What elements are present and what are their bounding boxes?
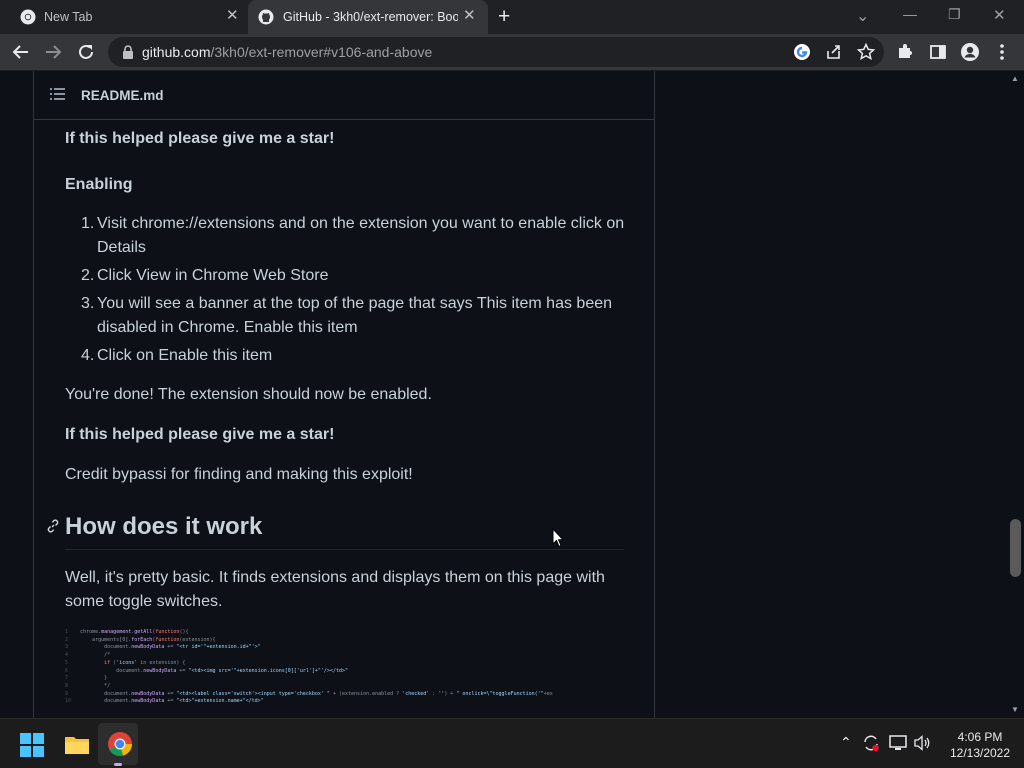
close-tab-icon[interactable]: ✕: [463, 8, 476, 24]
chrome-taskbar-icon[interactable]: [107, 731, 133, 757]
mouse-cursor-icon: [552, 528, 564, 548]
enabling-steps-list: 1. Visit chrome://extensions and on the e…: [65, 212, 625, 372]
outline-list-icon[interactable]: [50, 88, 65, 100]
tab-title: New Tab: [44, 10, 93, 24]
chrome-icon: [20, 9, 36, 25]
windows-taskbar: ⌃ 4:06 PM 12/13/2022: [0, 718, 1024, 768]
enabling-heading: Enabling: [65, 176, 133, 193]
list-item: 2. Click View in Chrome Web Store: [65, 264, 625, 288]
how-heading: How does it work: [65, 513, 263, 540]
sync-alert-icon[interactable]: [862, 734, 880, 752]
done-text: You're done! The extension should now be…: [65, 386, 432, 403]
active-app-indicator: [114, 763, 122, 766]
forward-icon[interactable]: [44, 43, 62, 61]
star-request-text: If this helped please give me a star!: [65, 130, 335, 147]
anchor-link-icon[interactable]: [45, 518, 61, 534]
step-number: 4.: [81, 347, 95, 364]
sidepanel-icon[interactable]: [929, 43, 947, 61]
tab-new-tab[interactable]: New Tab ✕: [0, 0, 248, 34]
star-icon[interactable]: [856, 42, 876, 62]
menu-icon[interactable]: [996, 43, 1008, 61]
file-explorer-icon[interactable]: [64, 732, 90, 758]
back-icon[interactable]: [12, 43, 30, 61]
volume-icon[interactable]: [914, 735, 932, 751]
restore-button[interactable]: ❐: [948, 6, 961, 23]
extensions-icon[interactable]: [896, 43, 914, 61]
windows-start-icon[interactable]: [20, 733, 44, 757]
browser-toolbar: github.com/3kh0/ext-remover#v106-and-abo…: [0, 34, 1024, 71]
star-request-text: If this helped please give me a star!: [65, 426, 335, 443]
scroll-down-arrow-icon[interactable]: ▼: [1011, 705, 1019, 714]
list-item: 1. Visit chrome://extensions and on the e…: [65, 212, 625, 260]
url-path: /3kh0/ext-remover#v106-and-above: [210, 44, 433, 60]
google-icon[interactable]: [792, 42, 812, 62]
list-item: 3. You will see a banner at the top of th…: [65, 292, 625, 340]
github-icon: [258, 9, 274, 25]
scrollbar-thumb[interactable]: [1010, 519, 1021, 577]
tray-chevron-icon[interactable]: ⌃: [840, 735, 852, 749]
url-text[interactable]: github.com/3kh0/ext-remover#v106-and-abo…: [142, 44, 432, 60]
how-description: Well, it's pretty basic. It finds extens…: [65, 569, 605, 610]
new-tab-button[interactable]: +: [498, 5, 510, 29]
url-host: github.com: [142, 44, 211, 60]
tab-title: GitHub - 3kh0/ext-remover: Book: [283, 10, 458, 24]
lock-icon[interactable]: [122, 45, 134, 59]
readme-header: README.md: [34, 71, 654, 120]
tab-strip: New Tab ✕ GitHub - 3kh0/ext-remover: Boo…: [0, 0, 1024, 34]
credit-text: Credit bypassi for finding and making th…: [65, 466, 413, 483]
reload-icon[interactable]: [77, 43, 95, 61]
step-text: Click on Enable this item: [97, 347, 273, 364]
scroll-up-arrow-icon[interactable]: ▲: [1011, 74, 1019, 83]
tab-search-icon[interactable]: ⌄: [856, 6, 869, 26]
step-text: Visit chrome://extensions and on the ext…: [97, 215, 625, 256]
readme-box: README.md If this helped please give me …: [33, 71, 655, 718]
close-tab-icon[interactable]: ✕: [226, 8, 239, 24]
step-number: 3.: [81, 295, 95, 312]
step-number: 1.: [81, 215, 95, 232]
tab-github[interactable]: GitHub - 3kh0/ext-remover: Book ✕: [248, 0, 488, 34]
step-number: 2.: [81, 267, 95, 284]
code-screenshot-image: 1 chrome.management.getAll(function(){ 2…: [65, 629, 553, 705]
clock-date: 12/13/2022: [949, 746, 1011, 760]
profile-icon[interactable]: [960, 42, 980, 62]
network-icon[interactable]: [889, 735, 907, 751]
address-bar[interactable]: github.com/3kh0/ext-remover#v106-and-abo…: [108, 37, 884, 67]
minimize-button[interactable]: —: [903, 6, 917, 22]
readme-title: README.md: [81, 88, 164, 103]
step-text: You will see a banner at the top of the …: [97, 295, 613, 336]
heading-divider: [65, 549, 624, 550]
page-scrollbar[interactable]: ▲ ▼: [1007, 71, 1024, 718]
close-window-button[interactable]: ✕: [993, 6, 1006, 24]
step-text: Click View in Chrome Web Store: [97, 267, 329, 284]
taskbar-clock[interactable]: 4:06 PM 12/13/2022: [940, 729, 1020, 761]
browser-window: New Tab ✕ GitHub - 3kh0/ext-remover: Boo…: [0, 0, 1024, 768]
clock-time: 4:06 PM: [957, 730, 1003, 744]
list-item: 4. Click on Enable this item: [65, 344, 625, 368]
share-icon[interactable]: [824, 42, 844, 62]
page-content: README.md If this helped please give me …: [0, 71, 1007, 718]
